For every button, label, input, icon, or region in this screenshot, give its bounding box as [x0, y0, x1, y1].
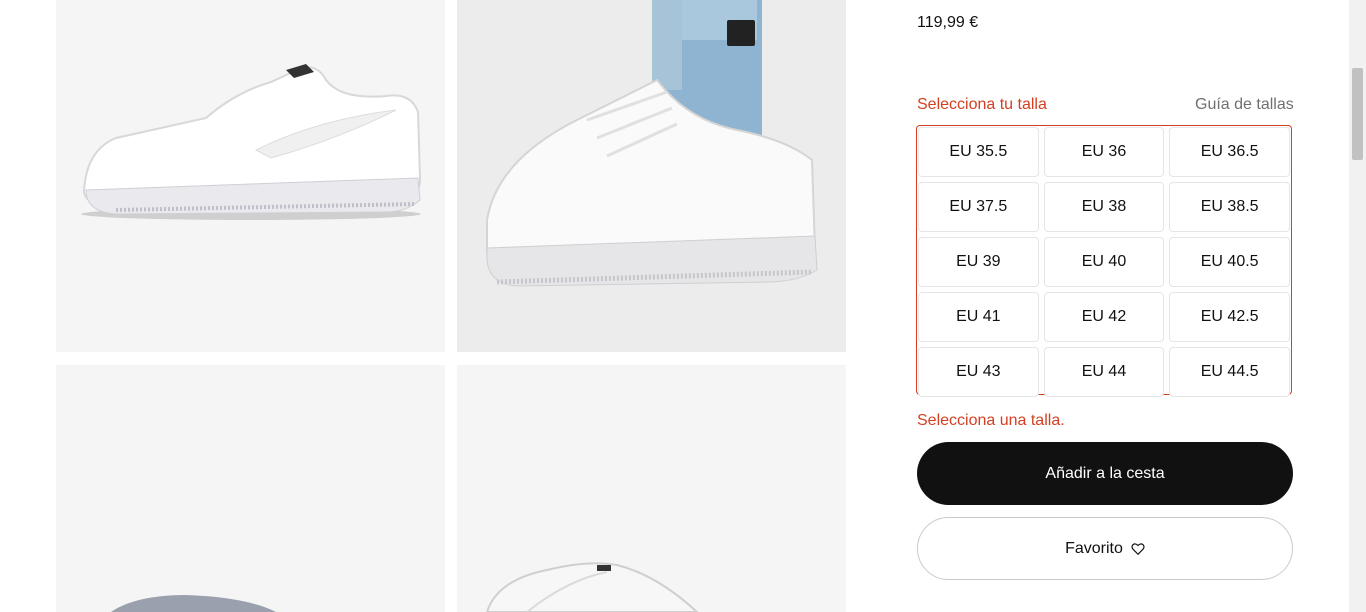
size-selector-label: Selecciona tu talla — [917, 96, 1047, 113]
add-to-bag-label: Añadir a la cesta — [1045, 464, 1165, 482]
product-image-top[interactable] — [457, 365, 846, 612]
shoe-top-illustration — [485, 562, 699, 612]
size-option[interactable]: EU 42.5 — [1169, 292, 1290, 342]
size-option[interactable]: EU 40 — [1043, 237, 1165, 287]
size-error-message: Selecciona una talla. — [917, 412, 1065, 429]
product-price: 119,99 € — [917, 14, 979, 31]
size-option[interactable]: EU 36 — [1043, 127, 1165, 177]
size-option[interactable]: EU 39 — [918, 237, 1039, 287]
scrollbar-thumb[interactable] — [1352, 68, 1363, 160]
add-to-bag-button[interactable]: Añadir a la cesta — [917, 442, 1293, 505]
product-image-worn[interactable] — [457, 0, 846, 352]
size-option[interactable]: EU 44.5 — [1169, 347, 1290, 397]
product-image-sole[interactable] — [56, 365, 445, 612]
shoe-side-illustration — [81, 64, 422, 220]
size-option[interactable]: EU 40.5 — [1169, 237, 1290, 287]
size-option[interactable]: EU 36.5 — [1169, 127, 1290, 177]
size-option[interactable]: EU 42 — [1043, 292, 1165, 342]
size-option[interactable]: EU 37.5 — [918, 182, 1039, 232]
shoe-sole-illustration — [111, 595, 276, 612]
heart-icon — [1131, 542, 1145, 556]
size-option[interactable]: EU 38 — [1043, 182, 1165, 232]
size-option[interactable]: EU 35.5 — [918, 127, 1039, 177]
favorite-button[interactable]: Favorito — [917, 517, 1293, 580]
favorite-label: Favorito — [1065, 539, 1123, 557]
product-image-side[interactable] — [56, 0, 445, 352]
size-option[interactable]: EU 43 — [918, 347, 1039, 397]
size-guide-link[interactable]: Guía de tallas — [1195, 96, 1294, 114]
shoe-worn-illustration — [486, 0, 818, 287]
size-option[interactable]: EU 44 — [1043, 347, 1165, 397]
size-grid: EU 35.5 EU 36 EU 36.5 EU 37.5 EU 38 EU 3… — [916, 125, 1292, 397]
size-option[interactable]: EU 38.5 — [1169, 182, 1290, 232]
size-option[interactable]: EU 41 — [918, 292, 1039, 342]
